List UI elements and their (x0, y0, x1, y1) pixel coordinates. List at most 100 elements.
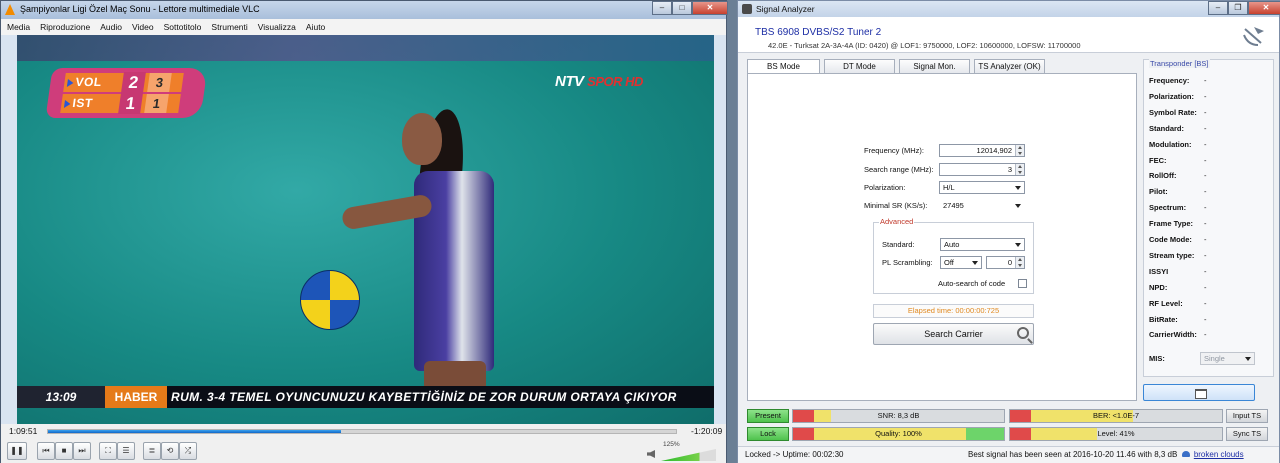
minimal-sr-label: Minimal SR (KS/s): (864, 201, 928, 210)
home-team: VOL (74, 75, 103, 89)
tab-signal-mon[interactable]: Signal Mon. (899, 59, 970, 74)
ber-meter: BER: <1.0E-7 (1009, 409, 1223, 423)
tab-dt-mode[interactable]: DT Mode (824, 59, 895, 74)
seek-bar[interactable] (47, 429, 677, 434)
quality-meter: Quality: 100% (792, 427, 1005, 441)
seek-progress (48, 430, 341, 433)
menu-sottotitolo[interactable]: Sottotitolo (164, 22, 202, 32)
channel-logo: NTV SPOR HD (555, 73, 643, 90)
frequency-label: Frequency (MHz): (864, 146, 925, 155)
status-bar: Locked -> Uptime: 00:02:30 Best signal h… (738, 446, 1279, 463)
quality-label: Quality: 100% (875, 429, 922, 438)
scoreboard-row-home: VOL 2 3 (63, 72, 184, 93)
transponder-field-value: - (1204, 266, 1207, 276)
transponder-field-value: - (1204, 123, 1207, 133)
best-signal-status: Best signal has been seen at 2016-10-20 … (968, 450, 1244, 459)
pl-scrambling-select[interactable]: Off (940, 256, 982, 269)
serve-arrow-icon (66, 79, 74, 87)
speaker-icon[interactable] (647, 450, 655, 458)
extended-settings-icon[interactable]: ☰ (117, 442, 135, 460)
transponder-field-label: NPD: (1149, 282, 1168, 292)
polarization-select[interactable]: H/L (939, 181, 1025, 194)
auto-search-checkbox[interactable] (1018, 279, 1027, 288)
menu-media[interactable]: Media (7, 22, 30, 32)
transponder-field-label: RollOff: (1149, 171, 1177, 181)
seek-bar-area: 1:09:51 -1:20:09 (1, 424, 726, 438)
vlc-window: Şampiyonlar Ligi Özel Maç Sonu - Lettore… (0, 0, 728, 463)
magnifier-icon (1017, 327, 1029, 339)
device-info: 42.0E - Turksat 2A-3A-4A (ID: 0420) @ LO… (768, 41, 1081, 50)
video-frame[interactable]: VOL 2 3 IST 1 1 NTV SPOR HD 13:09 HABER … (17, 35, 714, 424)
transponder-field-value: - (1204, 91, 1207, 101)
volume-label: 125% (663, 441, 680, 448)
search-range-input[interactable]: 3 (939, 163, 1025, 176)
tab-ts-analyzer[interactable]: TS Analyzer (OK) (974, 59, 1045, 74)
news-ticker: 13:09 HABER RUM. 3-4 TEMEL OYUNCUNUZU KA… (17, 386, 714, 408)
snr-meter: SNR: 8,3 dB (792, 409, 1005, 423)
mis-select[interactable]: Single (1200, 352, 1255, 365)
close-icon[interactable]: ✕ (1248, 1, 1280, 15)
transponder-field-value: - (1204, 298, 1207, 308)
transponder-field-label: Stream type: (1149, 250, 1195, 260)
input-ts-indicator: Input TS (1226, 409, 1268, 423)
transponder-field-value: - (1204, 107, 1207, 117)
minimize-icon[interactable]: – (1208, 1, 1228, 15)
standard-select[interactable]: Auto (940, 238, 1025, 251)
search-carrier-button[interactable]: Search Carrier (873, 323, 1034, 345)
transponder-field-label: CarrierWidth: (1149, 330, 1197, 340)
menu-aiuto[interactable]: Aiuto (306, 22, 325, 32)
transponder-field-label: Polarization: (1149, 91, 1195, 101)
playback-controls: ❚❚ ⏮ ■ ⏭ ⛶ ☰ ≣ ⟲ ⤮ 125% (1, 438, 726, 463)
transponder-field-value: - (1204, 250, 1207, 260)
pl-scrambling-code-input[interactable]: 0 (986, 256, 1025, 269)
menu-audio[interactable]: Audio (100, 22, 122, 32)
ber-label: BER: <1.0E-7 (1092, 411, 1140, 420)
vlc-menubar: Media Riproduzione Audio Video Sottotito… (1, 19, 726, 35)
close-icon[interactable]: ✕ (692, 1, 728, 15)
minimize-icon[interactable]: – (652, 1, 672, 15)
transponder-field-label: ISSYI (1149, 266, 1169, 276)
minimal-sr-select[interactable]: 27495 (939, 199, 1025, 212)
maximize-icon[interactable]: □ (672, 1, 692, 15)
transponder-field-value: - (1204, 171, 1207, 181)
away-sets: 1 (118, 93, 143, 114)
weather-link[interactable]: broken clouds (1194, 450, 1244, 459)
tab-bs-mode[interactable]: BS Mode (747, 59, 820, 74)
restore-icon[interactable]: ❐ (1228, 1, 1248, 15)
present-indicator: Present (747, 409, 789, 423)
menu-riproduzione[interactable]: Riproduzione (40, 22, 90, 32)
window-toggle-button[interactable] (1143, 384, 1255, 401)
weather-cloud-icon (1181, 451, 1190, 457)
menu-strumenti[interactable]: Strumenti (211, 22, 247, 32)
serve-arrow-icon (63, 100, 72, 108)
transponder-field-value: - (1204, 235, 1207, 244)
next-icon[interactable]: ⏭ (73, 442, 91, 460)
mode-tabs: BS Mode DT Mode Signal Mon. TS Analyzer … (747, 59, 1045, 74)
transponder-panel: Transponder [BS] Frequency: - Polarization… (1143, 59, 1274, 377)
playlist-icon[interactable]: ≣ (143, 442, 161, 460)
transponder-field-label: Frequency: (1149, 76, 1190, 85)
app-icon (742, 4, 752, 14)
fullscreen-icon[interactable]: ⛶ (99, 442, 117, 460)
transponder-field-label: BitRate: (1149, 314, 1178, 324)
video-top-band (17, 35, 714, 61)
prev-icon[interactable]: ⏮ (37, 442, 55, 460)
transponder-field-label: Modulation: (1149, 139, 1192, 149)
menu-video[interactable]: Video (132, 22, 154, 32)
transponder-field-label: Code Mode: (1149, 235, 1192, 244)
transponder-field-value: - (1204, 314, 1207, 324)
transponder-field-label: Standard: (1149, 123, 1185, 133)
frequency-input[interactable]: 12014,902 (939, 144, 1025, 157)
vlc-window-title: Şampiyonlar Ligi Özel Maç Sonu - Lettore… (20, 4, 260, 14)
loop-icon[interactable]: ⟲ (161, 442, 179, 460)
signal-analyzer-window: Signal Analyzer – ❐ ✕ TBS 6908 DVBS/S2 T… (737, 0, 1280, 463)
pause-icon[interactable]: ❚❚ (7, 442, 27, 460)
stop-icon[interactable]: ■ (55, 442, 73, 460)
shuffle-icon[interactable]: ⤮ (179, 442, 197, 460)
volume-slider[interactable] (661, 449, 716, 461)
transponder-field-value: - (1204, 203, 1207, 213)
transponder-field-label: FEC: (1149, 155, 1167, 165)
menu-visualizza[interactable]: Visualizza (258, 22, 296, 32)
transponder-field-value: - (1204, 282, 1207, 292)
polarization-label: Polarization: (864, 183, 906, 192)
